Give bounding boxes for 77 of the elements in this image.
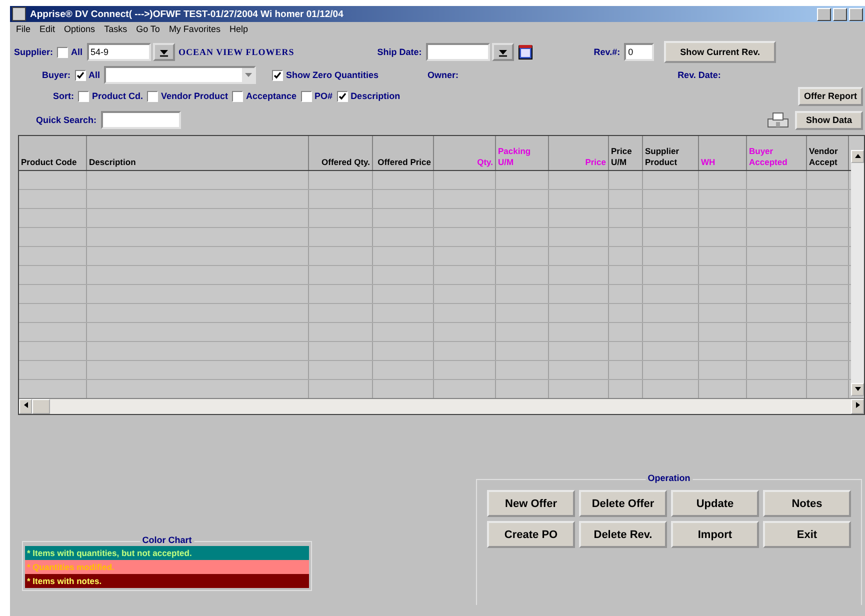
- dropdown-button[interactable]: [152, 43, 175, 61]
- menu-item[interactable]: Edit: [40, 24, 56, 34]
- column-header[interactable]: Price U/M: [609, 136, 643, 170]
- buyer-dropdown[interactable]: [104, 66, 256, 84]
- field-label: Owner:: [428, 70, 459, 80]
- legend-item: * Quantities modified.: [25, 560, 309, 574]
- input-field[interactable]: 54-9: [86, 43, 151, 61]
- field-label: Buyer:: [42, 70, 71, 80]
- operation-button[interactable]: Exit: [763, 521, 851, 548]
- dropdown-button[interactable]: [492, 43, 514, 61]
- checkbox[interactable]: [336, 90, 348, 102]
- minimize-button[interactable]: [817, 8, 831, 20]
- maximize-button[interactable]: [833, 8, 847, 20]
- menu-item[interactable]: File: [16, 24, 31, 34]
- calendar-icon[interactable]: [518, 44, 534, 60]
- column-header[interactable]: Description: [87, 136, 309, 170]
- menu-item[interactable]: Help: [229, 24, 248, 34]
- operation-button[interactable]: Notes: [763, 490, 851, 517]
- field-label: Vendor Product: [161, 91, 228, 101]
- field-label: Rev.#:: [594, 47, 620, 57]
- column-header[interactable]: Offered Qty.: [309, 136, 373, 170]
- show-data-button[interactable]: Show Data: [795, 110, 863, 130]
- column-header[interactable]: Offered Price: [373, 136, 434, 170]
- vertical-scrollbar[interactable]: [851, 150, 864, 396]
- column-header[interactable]: Product Code: [19, 136, 87, 170]
- group-title: Operation: [646, 473, 692, 483]
- field-label: Acceptance: [246, 91, 297, 101]
- group-title: Color Chart: [140, 535, 194, 545]
- down-arrow-icon[interactable]: [854, 385, 862, 393]
- operation-button[interactable]: Import: [671, 521, 759, 548]
- checkbox[interactable]: [78, 90, 89, 102]
- menu-item[interactable]: Go To: [136, 24, 160, 34]
- field-label: Supplier:: [14, 47, 54, 57]
- field-label: Rev. Date:: [678, 70, 721, 80]
- operation-button[interactable]: New Offer: [487, 490, 575, 517]
- caret-icon: [242, 68, 254, 82]
- operation-button[interactable]: Delete Offer: [579, 490, 667, 517]
- show-current-rev-button[interactable]: Show Current Rev.: [664, 41, 776, 63]
- operation-button[interactable]: Update: [671, 490, 759, 517]
- close-button[interactable]: [849, 8, 863, 20]
- input-field[interactable]: 0: [624, 43, 654, 61]
- printer-icon[interactable]: [767, 112, 789, 128]
- field-label: PO#: [314, 91, 333, 101]
- up-arrow-icon[interactable]: [854, 152, 862, 160]
- menu-item[interactable]: Options: [64, 24, 96, 34]
- checkbox[interactable]: [147, 90, 158, 102]
- menu-item[interactable]: My Favorites: [168, 24, 220, 34]
- scroll-thumb[interactable]: [32, 399, 50, 414]
- column-header[interactable]: Supplier Product: [643, 136, 699, 170]
- supplier-name: OCEAN VIEW FLOWERS: [178, 47, 294, 57]
- field-label: All: [88, 70, 100, 80]
- left-arrow-icon[interactable]: [22, 401, 30, 409]
- field-label: Ship Date:: [377, 47, 422, 57]
- field-label: Quick Search:: [36, 115, 97, 125]
- window-title: Apprise® DV Connect( --->)OFWF TEST-01/27/2004 Wi homer 01/12/04: [30, 8, 344, 20]
- operation-button[interactable]: Delete Rev.: [579, 521, 667, 548]
- field-label: Show Zero Quantities: [286, 70, 379, 80]
- offer-report-button[interactable]: Offer Report: [798, 86, 863, 106]
- horizontal-scrollbar[interactable]: [19, 398, 864, 414]
- menu-item[interactable]: Tasks: [104, 24, 128, 34]
- checkbox[interactable]: [232, 90, 244, 102]
- right-arrow-icon[interactable]: [854, 401, 862, 409]
- field-label: Description: [350, 91, 400, 101]
- input-field[interactable]: [100, 111, 181, 129]
- operation-button[interactable]: Create PO: [487, 521, 575, 548]
- checkbox[interactable]: [272, 70, 284, 80]
- checkbox[interactable]: [300, 90, 312, 102]
- checkbox[interactable]: [57, 46, 68, 58]
- input-field[interactable]: [426, 43, 490, 61]
- legend-item: * Items with quantities, but not accepted.: [25, 546, 309, 560]
- app-icon: [12, 7, 26, 21]
- column-header[interactable]: Vendor Accept: [807, 136, 849, 170]
- field-label: Sort:: [53, 91, 74, 101]
- field-label: All: [71, 47, 83, 57]
- checkbox[interactable]: [74, 70, 86, 80]
- field-label: Product Cd.: [92, 91, 143, 101]
- legend-item: * Items with notes.: [25, 574, 309, 588]
